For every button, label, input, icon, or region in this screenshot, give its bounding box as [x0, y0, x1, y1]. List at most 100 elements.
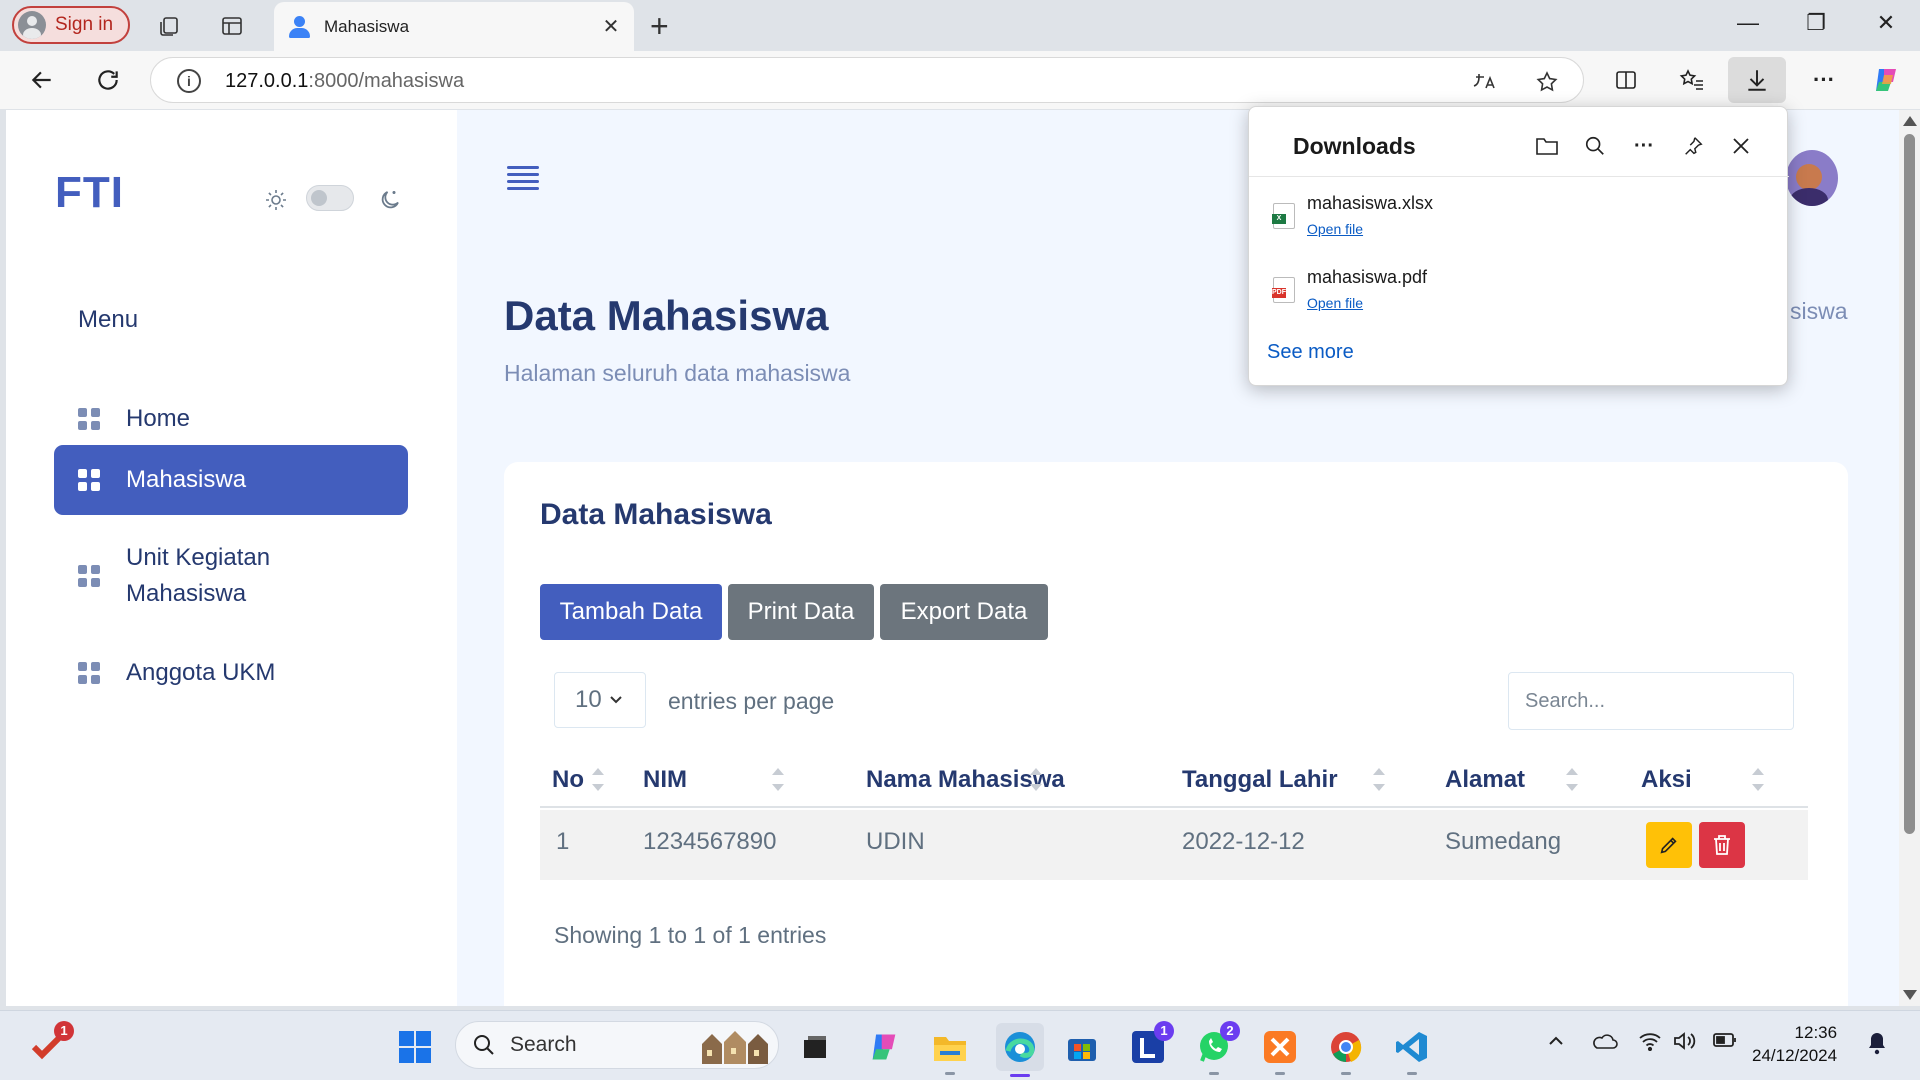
close-icon[interactable]: [1726, 131, 1756, 161]
vscode-icon[interactable]: [1392, 1027, 1432, 1075]
per-page-select[interactable]: 10: [554, 672, 646, 728]
see-more-link[interactable]: See more: [1267, 341, 1354, 364]
back-icon[interactable]: [26, 64, 58, 96]
xampp-icon[interactable]: [1260, 1027, 1300, 1075]
address-bar[interactable]: i 127.0.0.1:8000/mahasiswa: [150, 57, 1584, 103]
download-item[interactable]: PDF mahasiswa.pdf Open file: [1272, 267, 1753, 327]
scrollbar-thumb[interactable]: [1904, 134, 1915, 834]
split-screen-icon[interactable]: [1610, 64, 1642, 96]
file-explorer-icon[interactable]: [930, 1027, 970, 1075]
sign-in-label: Sign in: [55, 14, 114, 35]
column-header-tanggal-lahir[interactable]: Tanggal Lahir: [1182, 766, 1338, 794]
edge-app-icon[interactable]: [996, 1023, 1044, 1077]
sort-icon[interactable]: [1373, 764, 1385, 798]
todo-app-icon[interactable]: 1: [28, 1021, 74, 1067]
search-icon[interactable]: [1580, 131, 1610, 161]
sort-icon[interactable]: [1752, 764, 1764, 798]
open-file-link[interactable]: Open file: [1307, 221, 1363, 237]
add-data-button[interactable]: Tambah Data: [540, 584, 722, 640]
delete-button[interactable]: [1699, 822, 1745, 868]
column-header-alamat[interactable]: Alamat: [1445, 766, 1525, 794]
hamburger-menu-icon[interactable]: [507, 164, 539, 192]
user-avatar[interactable]: [1786, 150, 1838, 206]
moon-icon: [378, 188, 402, 217]
sort-icon[interactable]: [592, 764, 604, 798]
tab-close-icon[interactable]: ✕: [596, 14, 626, 39]
chevron-up-icon[interactable]: [1546, 1031, 1566, 1057]
running-indicator: [1341, 1072, 1351, 1075]
cell-nim: 1234567890: [643, 828, 777, 855]
site-info-icon[interactable]: i: [177, 69, 201, 93]
sidebar-item-unit-kegiatan-mahasiswa[interactable]: Unit Kegiatan Mahasiswa: [54, 536, 408, 616]
grid-icon: [78, 662, 100, 684]
downloads-title: Downloads: [1293, 133, 1416, 159]
column-header-nim[interactable]: NIM: [643, 766, 687, 794]
grid-icon: [78, 408, 100, 430]
open-file-link[interactable]: Open file: [1307, 295, 1363, 311]
sort-icon[interactable]: [1030, 764, 1042, 798]
export-data-button[interactable]: Export Data: [880, 584, 1048, 640]
tab-mahasiswa[interactable]: Mahasiswa ✕: [274, 2, 634, 51]
taskbar-search-box[interactable]: Search: [455, 1021, 779, 1069]
sidebar-item-anggota-ukm[interactable]: Anggota UKM: [54, 644, 408, 702]
read-aloud-translate-icon[interactable]: [1471, 68, 1499, 96]
more-options-icon[interactable]: ···: [1629, 131, 1659, 161]
print-data-button[interactable]: Print Data: [728, 584, 874, 640]
whatsapp-icon[interactable]: 2: [1194, 1021, 1240, 1075]
running-indicator: [1275, 1072, 1285, 1075]
minimize-button[interactable]: —: [1728, 10, 1768, 36]
breadcrumb[interactable]: siswa: [1790, 298, 1848, 325]
profile-sign-in-button[interactable]: Sign in: [12, 6, 130, 44]
tab-actions-icon[interactable]: [218, 12, 246, 40]
pin-icon[interactable]: [1678, 131, 1708, 161]
table-row: 1 1234567890 UDIN 2022-12-12 Sumedang: [540, 810, 1808, 880]
running-indicator: [1209, 1072, 1219, 1075]
new-tab-button[interactable]: +: [650, 8, 669, 45]
folder-icon[interactable]: [1532, 131, 1562, 161]
microsoft-store-icon[interactable]: [1062, 1027, 1102, 1067]
download-icon[interactable]: [1741, 64, 1773, 96]
copilot-app-icon[interactable]: [864, 1027, 904, 1067]
download-filename: mahasiswa.pdf: [1307, 267, 1428, 287]
url-text[interactable]: 127.0.0.1:8000/mahasiswa: [225, 70, 464, 93]
windows-taskbar: 1 Search 1 2 12:36 24/12/2024: [0, 1010, 1920, 1080]
cell-nama: UDIN: [866, 828, 925, 855]
task-view-icon[interactable]: [795, 1027, 835, 1067]
search-icon: [474, 1035, 494, 1055]
grid-icon: [78, 469, 100, 491]
card-title: Data Mahasiswa: [540, 498, 772, 531]
more-menu-icon[interactable]: ···: [1808, 64, 1840, 96]
column-header-aksi[interactable]: Aksi: [1641, 766, 1692, 794]
page-scrollbar[interactable]: [1899, 110, 1920, 1006]
favorite-star-icon[interactable]: [1533, 68, 1561, 96]
favorites-icon[interactable]: [1676, 64, 1708, 96]
refresh-icon[interactable]: [92, 64, 124, 96]
sidebar-item-label: Mahasiswa: [126, 466, 247, 493]
sort-icon[interactable]: [1566, 764, 1578, 798]
scroll-down-icon[interactable]: [1903, 990, 1917, 1000]
notification-bell-icon[interactable]: [1866, 1031, 1888, 1061]
wifi-icon[interactable]: [1638, 1031, 1662, 1057]
close-window-button[interactable]: ✕: [1866, 10, 1906, 36]
sidebar-item-home[interactable]: Home: [54, 390, 408, 448]
onedrive-icon[interactable]: [1590, 1031, 1618, 1057]
download-item[interactable]: X mahasiswa.xlsx Open file: [1272, 193, 1753, 253]
windows-start-icon[interactable]: [395, 1027, 435, 1067]
volume-icon[interactable]: [1672, 1031, 1696, 1057]
chrome-icon[interactable]: [1326, 1027, 1366, 1075]
table-search-input[interactable]: [1508, 672, 1794, 730]
restore-button[interactable]: ❐: [1796, 10, 1836, 36]
battery-icon[interactable]: [1712, 1031, 1738, 1055]
scroll-up-icon[interactable]: [1903, 116, 1917, 126]
lens-app-icon[interactable]: 1: [1128, 1021, 1174, 1067]
theme-toggle[interactable]: [306, 185, 354, 211]
edit-button[interactable]: [1646, 822, 1692, 868]
app-logo[interactable]: FTI: [55, 168, 124, 218]
column-header-no[interactable]: No: [552, 766, 584, 794]
sidebar-item-mahasiswa[interactable]: Mahasiswa: [54, 445, 408, 515]
system-clock[interactable]: 12:36 24/12/2024: [1752, 1021, 1837, 1067]
sort-icon[interactable]: [772, 764, 784, 798]
sidebar: FTI Menu Home Mahasiswa Unit Kegiatan Ma…: [6, 110, 457, 1006]
copilot-icon[interactable]: [1870, 64, 1902, 96]
workspaces-icon[interactable]: [155, 12, 183, 40]
